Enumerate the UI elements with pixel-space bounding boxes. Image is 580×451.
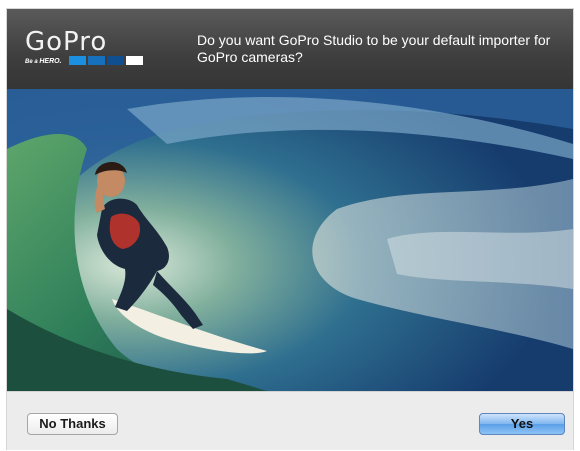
- logo-square: [107, 56, 124, 65]
- logo-squares: [69, 56, 143, 65]
- logo-wordmark: GoPro: [25, 27, 108, 57]
- photo-illustration: [7, 89, 573, 391]
- surfer-in-wave-photo: [7, 89, 573, 391]
- logo-square: [126, 56, 143, 65]
- dialog-question: Do you want GoPro Studio to be your defa…: [197, 32, 551, 65]
- yes-button[interactable]: Yes: [479, 413, 565, 435]
- logo-tagline: Be a HERO.: [25, 58, 62, 65]
- logo-square: [69, 56, 86, 65]
- importer-dialog: GoPro Be a HERO. Do you want GoPro Studi…: [7, 9, 573, 450]
- gopro-logo: GoPro Be a HERO.: [25, 29, 147, 69]
- no-thanks-button[interactable]: No Thanks: [27, 413, 118, 435]
- dialog-header: GoPro Be a HERO. Do you want GoPro Studi…: [7, 9, 573, 89]
- dialog-footer: No Thanks Yes: [7, 391, 573, 450]
- logo-square: [88, 56, 105, 65]
